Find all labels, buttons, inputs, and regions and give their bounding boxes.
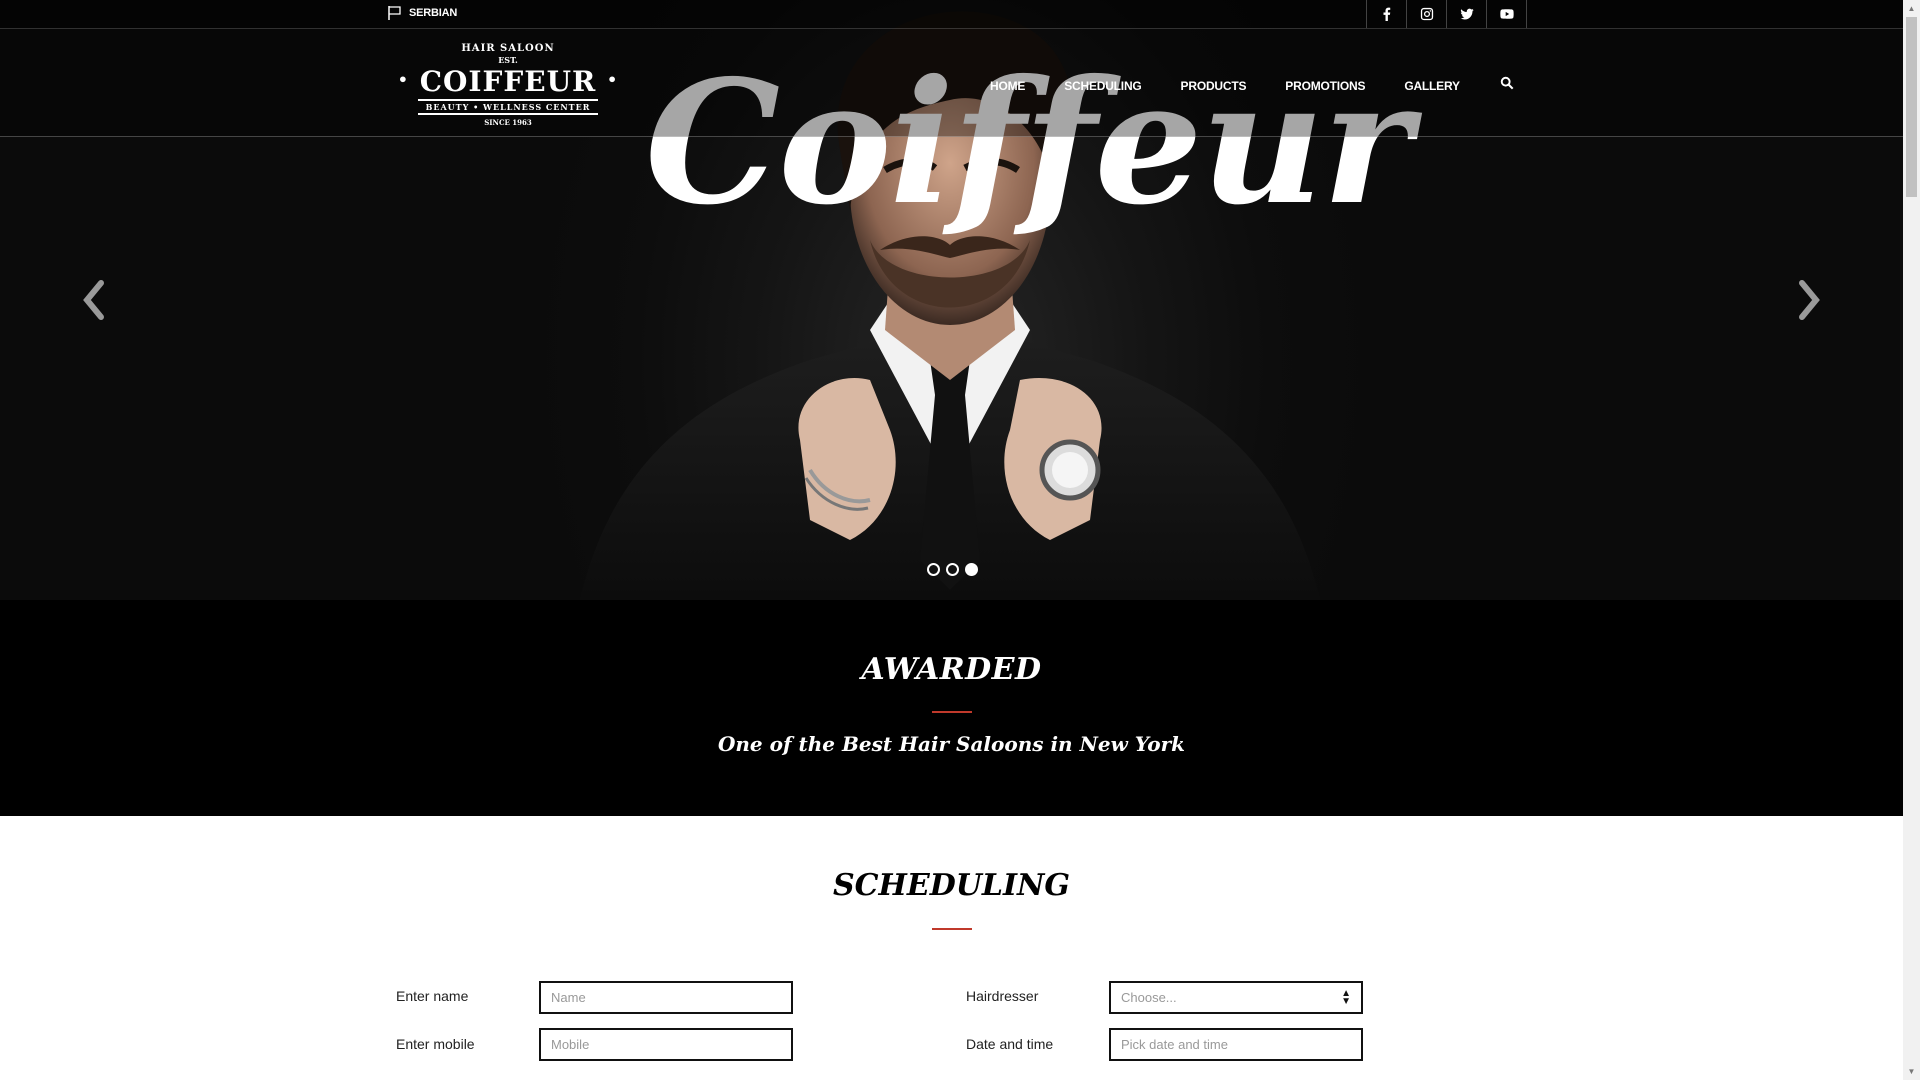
hairdresser-selected-value: Choose...	[1121, 990, 1177, 1005]
twitter-link[interactable]	[1447, 0, 1487, 28]
facebook-icon	[1383, 7, 1390, 21]
chevron-right-icon	[1799, 280, 1820, 320]
scroll-down-arrow-icon[interactable]: ▼	[1903, 1063, 1920, 1080]
facebook-link[interactable]	[1367, 0, 1407, 28]
logo-est: EST.	[498, 55, 518, 65]
main-navbar: HAIR SALOON EST. • COIFFEUR • BEAUTY • W…	[0, 29, 1903, 137]
slider-dot-1[interactable]	[927, 563, 940, 576]
language-label: SERBIAN	[409, 7, 458, 19]
logo-name: COIFFEUR	[419, 65, 597, 98]
hero-slider: Coiffeur SERBIAN HAIR SALOON EST. • COIF…	[0, 0, 1903, 600]
top-bar: SERBIAN	[0, 0, 1903, 29]
flag-icon	[388, 6, 401, 20]
search-icon	[1500, 76, 1514, 90]
mobile-input[interactable]	[539, 1028, 793, 1061]
awarded-divider	[932, 711, 972, 713]
datetime-label: Date and time	[966, 1036, 1054, 1052]
instagram-icon	[1420, 7, 1433, 21]
social-links	[1366, 0, 1527, 28]
slider-prev-button[interactable]	[75, 275, 115, 325]
slider-dot-2[interactable]	[946, 563, 959, 576]
awarded-section: AWARDED One of the Best Hair Saloons in …	[0, 600, 1903, 816]
nav-home[interactable]: HOME	[990, 79, 1025, 93]
scheduling-divider	[932, 928, 972, 930]
language-switcher[interactable]: SERBIAN	[387, 5, 457, 21]
mobile-label: Enter mobile	[396, 1036, 475, 1052]
slider-dot-3[interactable]	[965, 563, 978, 576]
nav-gallery[interactable]: GALLERY	[1404, 79, 1460, 93]
hairdresser-select[interactable]: Choose... ▲ ▼	[1109, 981, 1363, 1014]
scheduling-title: SCHEDULING	[832, 868, 1071, 903]
site-logo[interactable]: HAIR SALOON EST. • COIFFEUR • BEAUTY • W…	[383, 43, 633, 127]
hairdresser-label: Hairdresser	[966, 988, 1039, 1004]
nav-scheduling[interactable]: SCHEDULING	[1064, 79, 1142, 93]
twitter-icon	[1459, 8, 1474, 20]
scroll-up-arrow-icon[interactable]: ▲	[1903, 0, 1920, 17]
slider-pagination	[927, 563, 978, 576]
scheduling-section: SCHEDULING Enter name Enter mobile Haird…	[0, 816, 1903, 1080]
scrollbar-thumb[interactable]	[1906, 17, 1917, 197]
main-menu: HOME SCHEDULING PRODUCTS PROMOTIONS GALL…	[990, 76, 1514, 95]
awarded-title: AWARDED	[861, 652, 1042, 687]
slider-next-button[interactable]	[1788, 275, 1828, 325]
search-button[interactable]	[1500, 76, 1514, 95]
logo-hair-saloon: HAIR SALOON	[461, 43, 555, 54]
page: Coiffeur SERBIAN HAIR SALOON EST. • COIF…	[0, 0, 1903, 1080]
youtube-link[interactable]	[1487, 0, 1527, 28]
logo-wordmark: • COIFFEUR •	[397, 65, 619, 98]
nav-promotions[interactable]: PROMOTIONS	[1285, 79, 1365, 93]
nav-products[interactable]: PRODUCTS	[1181, 79, 1247, 93]
logo-tagline: BEAUTY • WELLNESS CENTER	[417, 99, 599, 115]
name-input[interactable]	[539, 981, 793, 1014]
youtube-icon	[1499, 9, 1514, 19]
awarded-subtitle: One of the Best Hair Saloons in New York	[717, 732, 1186, 756]
page-scrollbar[interactable]: ▲ ▼	[1903, 0, 1920, 1080]
logo-since: SINCE 1963	[484, 118, 532, 127]
name-label: Enter name	[396, 988, 469, 1004]
select-caret-icon: ▲ ▼	[1341, 987, 1351, 1007]
chevron-left-icon	[83, 280, 104, 320]
instagram-link[interactable]	[1407, 0, 1447, 28]
datetime-input[interactable]	[1109, 1028, 1363, 1061]
